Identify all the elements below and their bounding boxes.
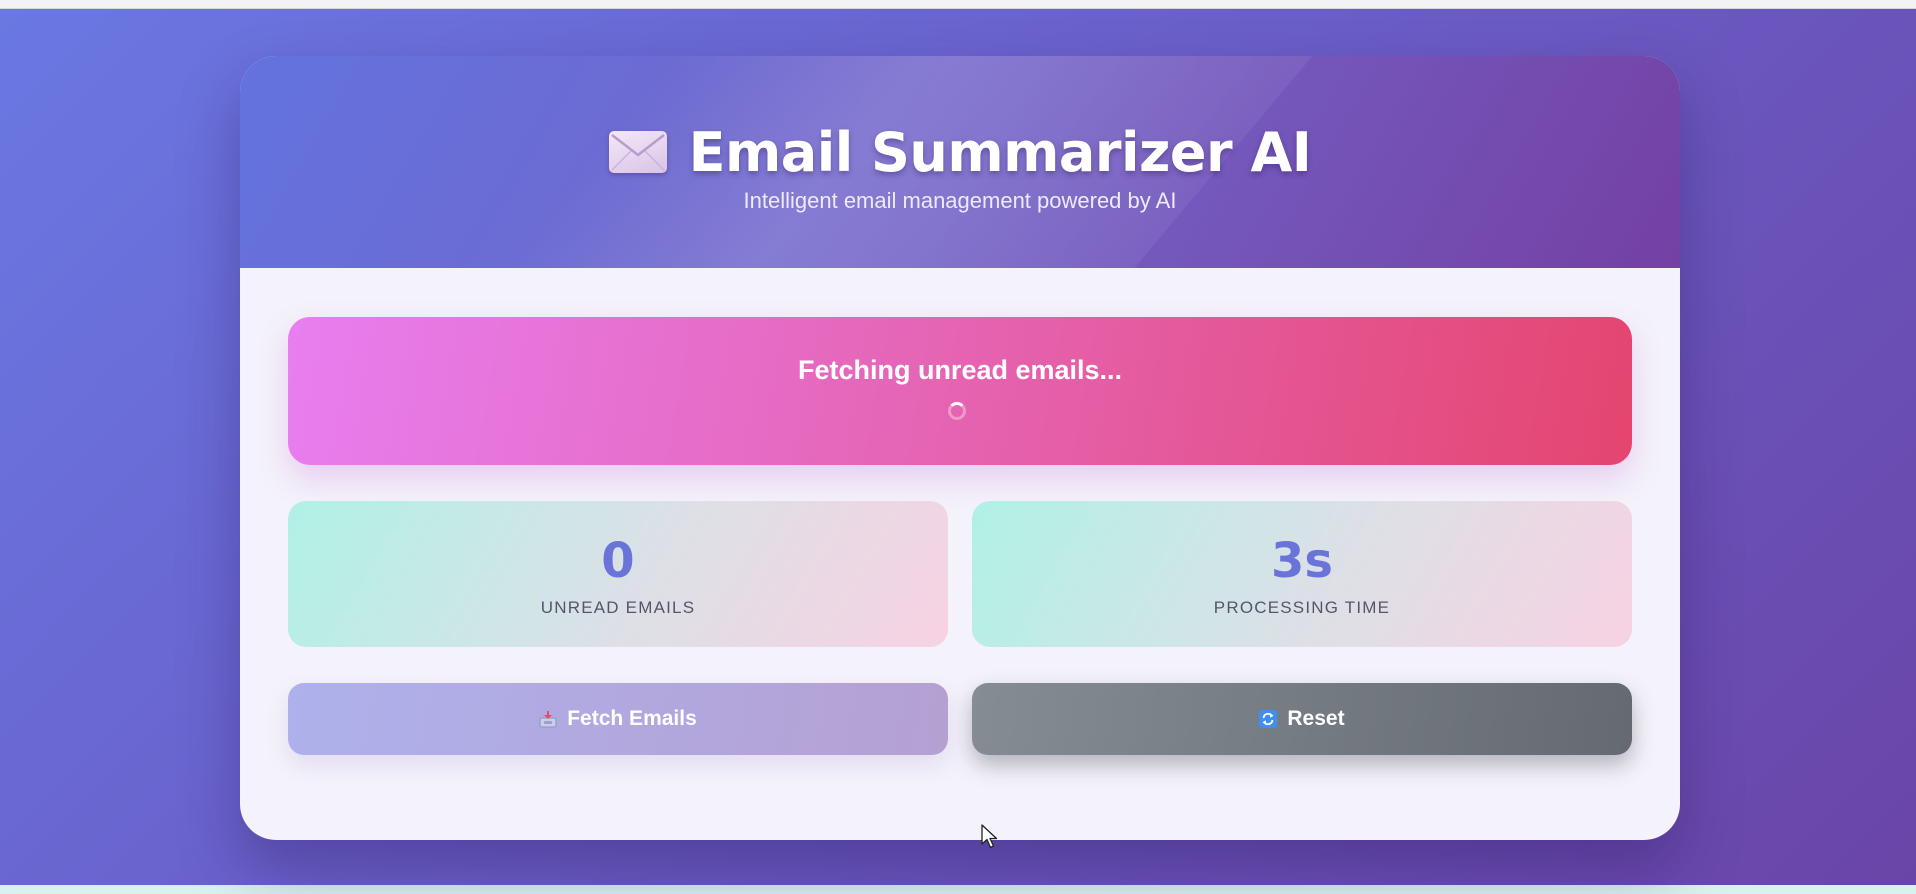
page-bottom-strip xyxy=(0,885,1916,894)
unread-label: UNREAD EMAILS xyxy=(540,598,696,617)
stat-card-processing: 3s PROCESSING TIME xyxy=(972,501,1632,647)
status-banner: Fetching unread emails... xyxy=(288,317,1632,465)
refresh-icon xyxy=(1259,710,1278,728)
unread-count: 0 xyxy=(601,533,635,589)
fetch-emails-label: Fetch Emails xyxy=(567,707,697,730)
processing-label: PROCESSING TIME xyxy=(1213,598,1391,617)
browser-top-strip xyxy=(0,0,1916,9)
processing-time: 3s xyxy=(1271,533,1333,589)
reset-button[interactable]: Reset xyxy=(972,683,1632,755)
fetch-emails-button[interactable]: Fetch Emails xyxy=(288,683,948,755)
title-row: Email Summarizer AI xyxy=(240,112,1680,192)
status-message: Fetching unread emails... xyxy=(797,355,1123,385)
app-title: Email Summarizer AI xyxy=(688,120,1312,184)
app-header: Email Summarizer AI Intelligent email ma… xyxy=(240,56,1680,268)
loading-spinner xyxy=(948,402,966,420)
mouse-cursor-icon xyxy=(981,824,999,850)
app-card: Email Summarizer AI Intelligent email ma… xyxy=(240,56,1680,840)
reset-label: Reset xyxy=(1287,707,1345,730)
app-subtitle: Intelligent email management powered by … xyxy=(743,188,1177,213)
envelope-icon xyxy=(608,131,667,173)
stat-card-unread: 0 UNREAD EMAILS xyxy=(288,501,948,647)
inbox-tray-icon xyxy=(539,710,557,728)
